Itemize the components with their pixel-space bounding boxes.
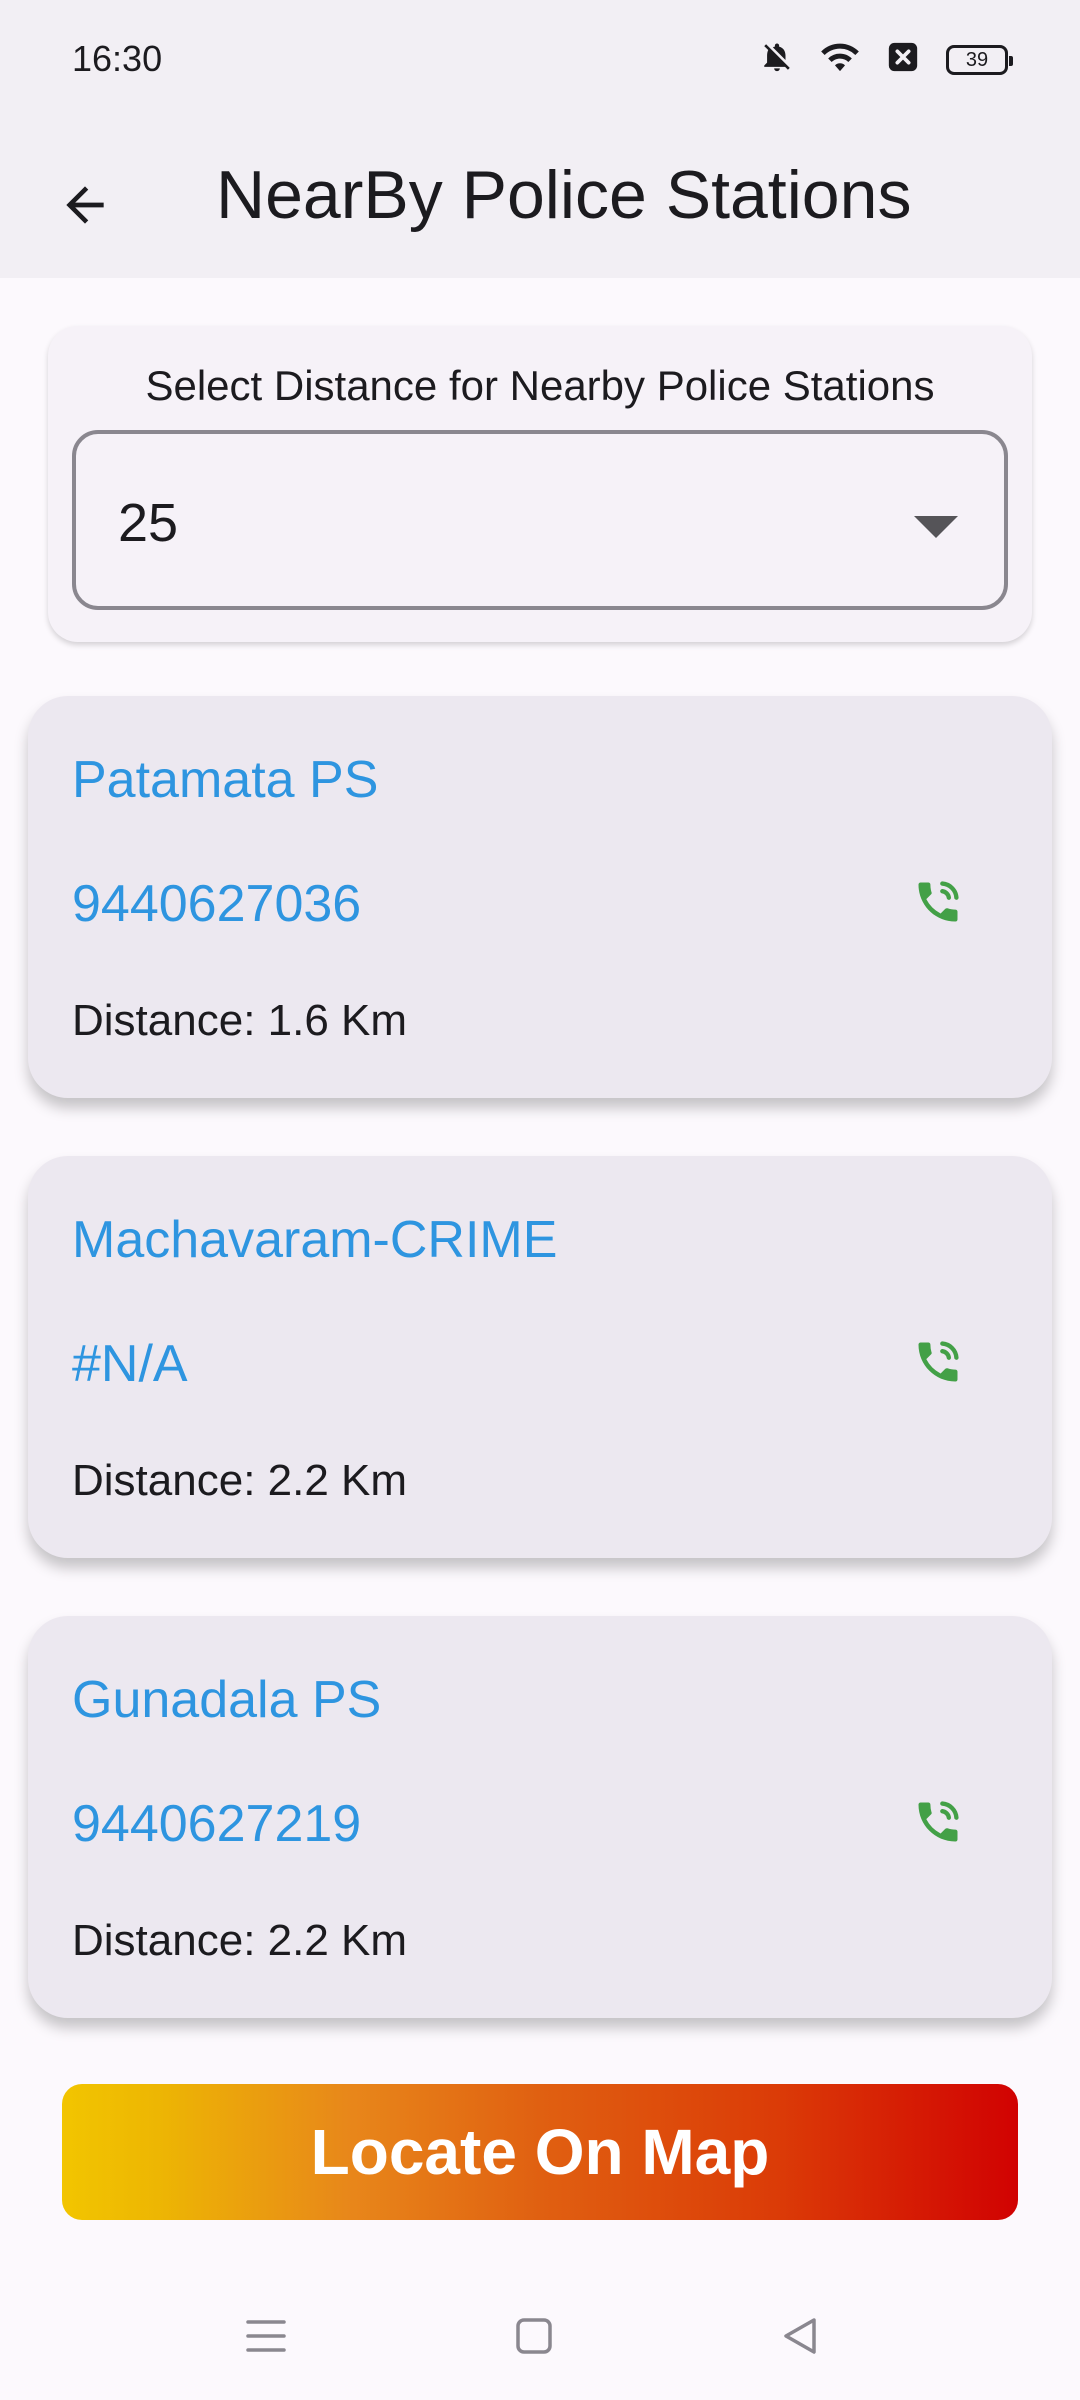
phone-call-icon [912, 876, 964, 933]
app-bar: NearBy Police Stations [0, 126, 1080, 278]
system-nav-bar [0, 2270, 1080, 2400]
call-button[interactable] [898, 864, 978, 944]
recents-button[interactable] [238, 2310, 294, 2366]
call-button[interactable] [898, 1324, 978, 1404]
station-phone[interactable]: 9440627036 [72, 874, 361, 934]
home-icon [514, 2316, 554, 2361]
phone-call-icon [912, 1336, 964, 1393]
back-button[interactable] [40, 162, 130, 252]
station-name: Patamata PS [72, 751, 379, 809]
menu-icon [244, 2316, 288, 2361]
distance-dropdown-value: 25 [118, 493, 179, 553]
bell-off-icon [760, 40, 794, 79]
nav-back-button[interactable] [772, 2310, 828, 2366]
back-triangle-icon [780, 2316, 820, 2361]
wifi-icon [820, 40, 860, 79]
call-button[interactable] [898, 1784, 978, 1864]
status-bar: 16:30 39 [0, 0, 1080, 126]
data-off-icon [886, 40, 920, 79]
station-name: Machavaram-CRIME [72, 1211, 558, 1269]
caret-down-icon [914, 516, 958, 538]
locate-on-map-button[interactable]: Locate On Map [62, 2084, 1018, 2220]
page-title: NearBy Police Stations [216, 157, 912, 233]
station-card[interactable]: Gunadala PS 9440627219 Distance: 2.2 Km [28, 1616, 1052, 2018]
status-icons: 39 [760, 40, 1013, 79]
battery-icon: 39 [946, 44, 1013, 75]
distance-selector-card: Select Distance for Nearby Police Statio… [48, 326, 1032, 642]
station-card[interactable]: Patamata PS 9440627036 Distance: 1.6 Km [28, 696, 1052, 1098]
distance-dropdown[interactable]: 25 [72, 430, 1008, 610]
home-button[interactable] [506, 2310, 562, 2366]
station-distance: Distance: 2.2 Km [72, 1916, 408, 1965]
station-phone[interactable]: #N/A [72, 1334, 188, 1394]
distance-selector-label: Select Distance for Nearby Police Statio… [145, 362, 935, 409]
phone-call-icon [912, 1796, 964, 1853]
status-time: 16:30 [72, 38, 163, 79]
station-card[interactable]: Machavaram-CRIME #N/A Distance: 2.2 Km [28, 1156, 1052, 1558]
station-distance: Distance: 2.2 Km [72, 1456, 408, 1505]
station-name: Gunadala PS [72, 1671, 382, 1729]
arrow-left-icon [57, 177, 113, 238]
station-distance: Distance: 1.6 Km [72, 996, 408, 1045]
station-phone[interactable]: 9440627219 [72, 1794, 361, 1854]
